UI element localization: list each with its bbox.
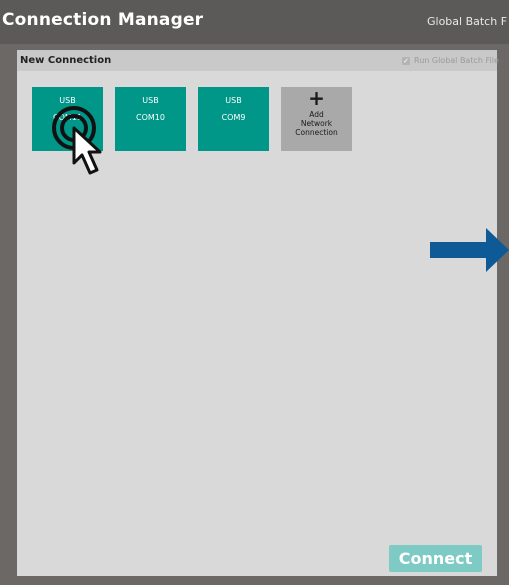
run-global-batch-label: Run Global Batch File [414,56,499,65]
connection-type: USB [142,96,159,105]
connection-port: COM9 [221,113,246,122]
global-batch-file-link[interactable]: Global Batch F [427,15,507,28]
app-title: Connection Manager [2,10,204,30]
panel-title: New Connection [20,55,112,66]
right-arrow-icon [430,228,509,272]
connection-tile-com9[interactable]: USB COM9 [198,87,269,151]
panel-header: New Connection ✓ Run Global Batch File [17,50,499,71]
add-network-connection-label: Add Network Connection [295,110,338,137]
connection-port: COM10 [136,113,165,122]
connection-tile-com10[interactable]: USB COM10 [115,87,186,151]
connect-button[interactable]: Connect [389,545,482,572]
add-network-connection-tile[interactable]: + Add Network Connection [281,87,352,151]
run-global-batch-checkbox[interactable]: ✓ [402,56,410,65]
connection-type: USB [225,96,242,105]
plus-icon: + [308,86,325,110]
run-global-batch-option[interactable]: ✓ Run Global Batch File [402,56,499,65]
hand-pointer-cursor-icon [52,106,102,175]
title-bar: Connection Manager Global Batch F [0,0,509,44]
